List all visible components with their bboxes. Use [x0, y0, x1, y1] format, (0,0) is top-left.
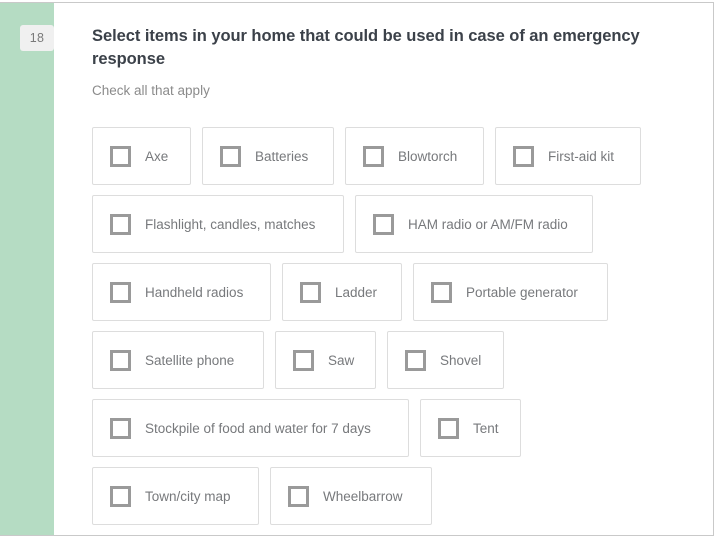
checkbox-option[interactable]: Ladder [282, 263, 402, 322]
checkbox-option[interactable]: Handheld radios [92, 263, 271, 322]
checkbox-option-label: Satellite phone [145, 352, 235, 368]
checkbox-option[interactable]: HAM radio or AM/FM radio [355, 195, 593, 254]
checkbox-unchecked-icon[interactable] [110, 145, 131, 167]
question-body: Select items in your home that could be … [54, 3, 713, 535]
checkbox-option-label: Tent [473, 420, 499, 436]
question-number-badge: 18 [20, 25, 54, 51]
checkbox-unchecked-icon[interactable] [110, 485, 131, 507]
option-row: Handheld radios Ladder Portable generator [92, 263, 685, 322]
checkbox-option[interactable]: Axe [92, 127, 191, 186]
checkbox-option-label: Batteries [255, 148, 309, 164]
checkbox-option-label: HAM radio or AM/FM radio [408, 216, 568, 232]
checkbox-unchecked-icon[interactable] [110, 281, 131, 303]
checkbox-unchecked-icon[interactable] [288, 485, 309, 507]
checkbox-option[interactable]: Flashlight, candles, matches [92, 195, 344, 254]
question-title: Select items in your home that could be … [92, 27, 640, 69]
checkbox-option[interactable]: Town/city map [92, 467, 259, 526]
option-row: Axe Batteries Blowtorch First-aid kit [92, 127, 685, 186]
checkbox-option-label: Portable generator [466, 284, 578, 300]
checkbox-unchecked-icon[interactable] [220, 145, 241, 167]
checkbox-option-label: First-aid kit [548, 148, 615, 164]
checkbox-option-label: Saw [328, 352, 355, 368]
option-row: Flashlight, candles, matches HAM radio or… [92, 195, 685, 254]
checkbox-option-label: Blowtorch [398, 148, 458, 164]
checkbox-unchecked-icon[interactable] [110, 349, 131, 371]
checkbox-option[interactable]: First-aid kit [495, 127, 641, 186]
checkbox-option-label: Handheld radios [145, 284, 244, 300]
option-row: Stockpile of food and water for 7 days Te… [92, 399, 685, 458]
checkbox-unchecked-icon[interactable] [431, 281, 452, 303]
question-accent-bar [0, 3, 54, 535]
checkbox-option[interactable]: Shovel [387, 331, 504, 390]
checkbox-option-label: Shovel [440, 352, 482, 368]
checkbox-option[interactable]: Blowtorch [345, 127, 484, 186]
checkbox-option[interactable]: Saw [275, 331, 376, 390]
checkbox-option[interactable]: Satellite phone [92, 331, 264, 390]
checkbox-option[interactable]: Wheelbarrow [270, 467, 432, 526]
checkbox-option[interactable]: Tent [420, 399, 521, 458]
checkbox-unchecked-icon[interactable] [438, 417, 459, 439]
options-list: Axe Batteries Blowtorch First-aid kit Flashl… [92, 127, 685, 526]
option-row: Town/city map Wheelbarrow [92, 467, 685, 526]
checkbox-unchecked-icon[interactable] [293, 349, 314, 371]
question-card: 18 Select items in your home that could … [0, 2, 714, 536]
checkbox-option[interactable]: Portable generator [413, 263, 608, 322]
checkbox-unchecked-icon[interactable] [405, 349, 426, 371]
checkbox-unchecked-icon[interactable] [300, 281, 321, 303]
checkbox-option[interactable]: Batteries [202, 127, 334, 186]
checkbox-option-label: Wheelbarrow [323, 488, 403, 504]
checkbox-option-label: Axe [145, 148, 169, 164]
checkbox-unchecked-icon[interactable] [373, 213, 394, 235]
checkbox-option-label: Stockpile of food and water for 7 days [145, 420, 371, 436]
checkbox-unchecked-icon[interactable] [363, 145, 384, 167]
checkbox-option-label: Flashlight, candles, matches [145, 216, 316, 232]
checkbox-unchecked-icon[interactable] [110, 213, 131, 235]
checkbox-unchecked-icon[interactable] [513, 145, 534, 167]
checkbox-option-label: Town/city map [145, 488, 231, 504]
checkbox-option[interactable]: Stockpile of food and water for 7 days [92, 399, 409, 458]
option-row: Satellite phone Saw Shovel [92, 331, 685, 390]
checkbox-unchecked-icon[interactable] [110, 417, 131, 439]
checkbox-option-label: Ladder [335, 284, 378, 300]
question-subtitle: Check all that apply [92, 82, 210, 98]
